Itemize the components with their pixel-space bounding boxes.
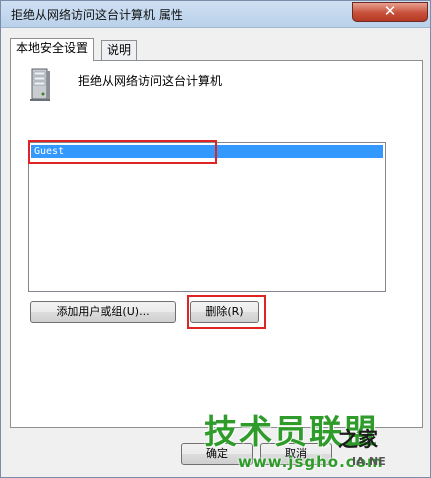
- title-bar[interactable]: 拒绝从网络访问这台计算机 属性 ✕: [1, 1, 430, 28]
- user-group-list[interactable]: Guest: [28, 142, 386, 292]
- close-icon: ✕: [383, 2, 397, 20]
- add-user-or-group-button[interactable]: 添加用户或组(U)...: [30, 301, 176, 323]
- policy-title: 拒绝从网络访问这台计算机: [78, 74, 223, 88]
- tab-explain[interactable]: 说明: [101, 40, 138, 60]
- list-item-guest[interactable]: Guest: [31, 145, 383, 158]
- tab-local-security-setting[interactable]: 本地安全设置: [10, 38, 95, 61]
- cancel-button[interactable]: 取消: [260, 443, 332, 465]
- server-icon: [30, 68, 50, 101]
- remove-button[interactable]: 删除(R): [190, 301, 259, 323]
- ok-button[interactable]: 确定: [181, 443, 253, 465]
- window-title: 拒绝从网络访问这台计算机 属性: [11, 8, 183, 22]
- close-button[interactable]: ✕: [352, 2, 428, 22]
